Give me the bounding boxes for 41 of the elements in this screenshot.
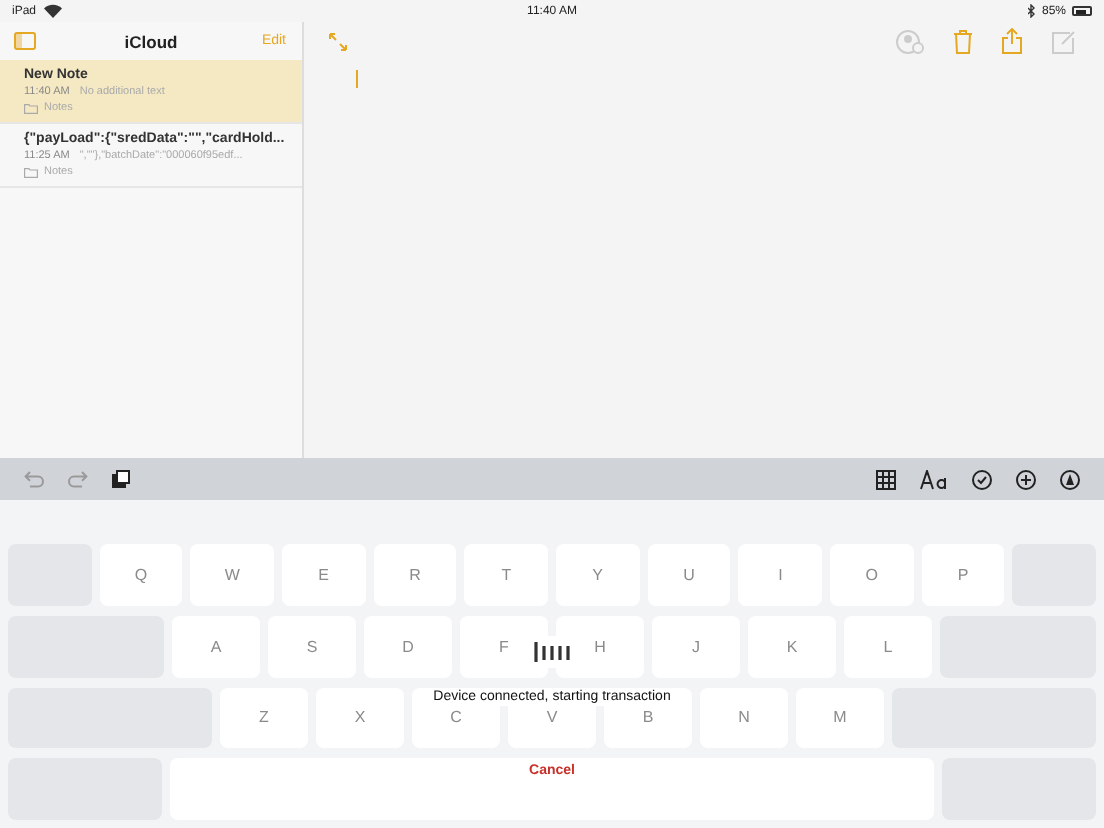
expand-icon[interactable] — [328, 31, 348, 51]
keyboard-key: D — [364, 615, 452, 677]
trash-icon[interactable] — [954, 29, 972, 53]
bluetooth-icon — [1027, 4, 1036, 18]
keyboard-key: J — [652, 615, 740, 677]
wifi-icon — [44, 4, 63, 18]
keyboard-key: I — [738, 544, 823, 606]
keyboard-key: W — [190, 544, 274, 606]
paste-icon[interactable] — [112, 470, 130, 488]
share-icon[interactable] — [1002, 28, 1022, 54]
keyboard-key: Q — [99, 544, 183, 606]
battery-icon — [1072, 6, 1092, 16]
keyboard-key: O — [830, 544, 914, 606]
add-people-icon[interactable] — [896, 29, 924, 53]
keyboard-key: K — [748, 615, 836, 677]
text-format-icon[interactable] — [920, 469, 948, 489]
checkmark-circle-icon[interactable] — [972, 469, 992, 489]
sidebar-toggle-icon[interactable] — [14, 32, 36, 50]
keyboard-key: E — [281, 544, 366, 606]
keyboard-key: M — [796, 687, 884, 749]
markup-pen-icon[interactable] — [1060, 469, 1080, 489]
keyboard-key: P — [921, 544, 1005, 606]
keyboard-key: X — [316, 687, 404, 749]
plus-circle-icon[interactable] — [1016, 469, 1036, 489]
compose-icon[interactable] — [1052, 29, 1076, 53]
keyboard-key: N — [700, 687, 788, 749]
folder-title: iCloud — [124, 31, 178, 51]
undo-icon[interactable] — [24, 470, 44, 488]
redo-icon[interactable] — [68, 470, 88, 488]
folder-icon — [24, 167, 38, 177]
keyboard-key: U — [647, 544, 731, 606]
table-icon[interactable] — [876, 469, 896, 489]
keyboard-key: A — [172, 615, 260, 677]
keyboard-key: R — [373, 544, 457, 606]
keyboard-key: Z — [220, 687, 308, 749]
keyboard-key: S — [268, 615, 356, 677]
keyboard-key: Y — [556, 544, 640, 606]
keyboard-key: T — [464, 544, 548, 606]
folder-icon — [24, 103, 38, 113]
keyboard-key: L — [844, 615, 932, 677]
text-cursor — [356, 70, 358, 88]
